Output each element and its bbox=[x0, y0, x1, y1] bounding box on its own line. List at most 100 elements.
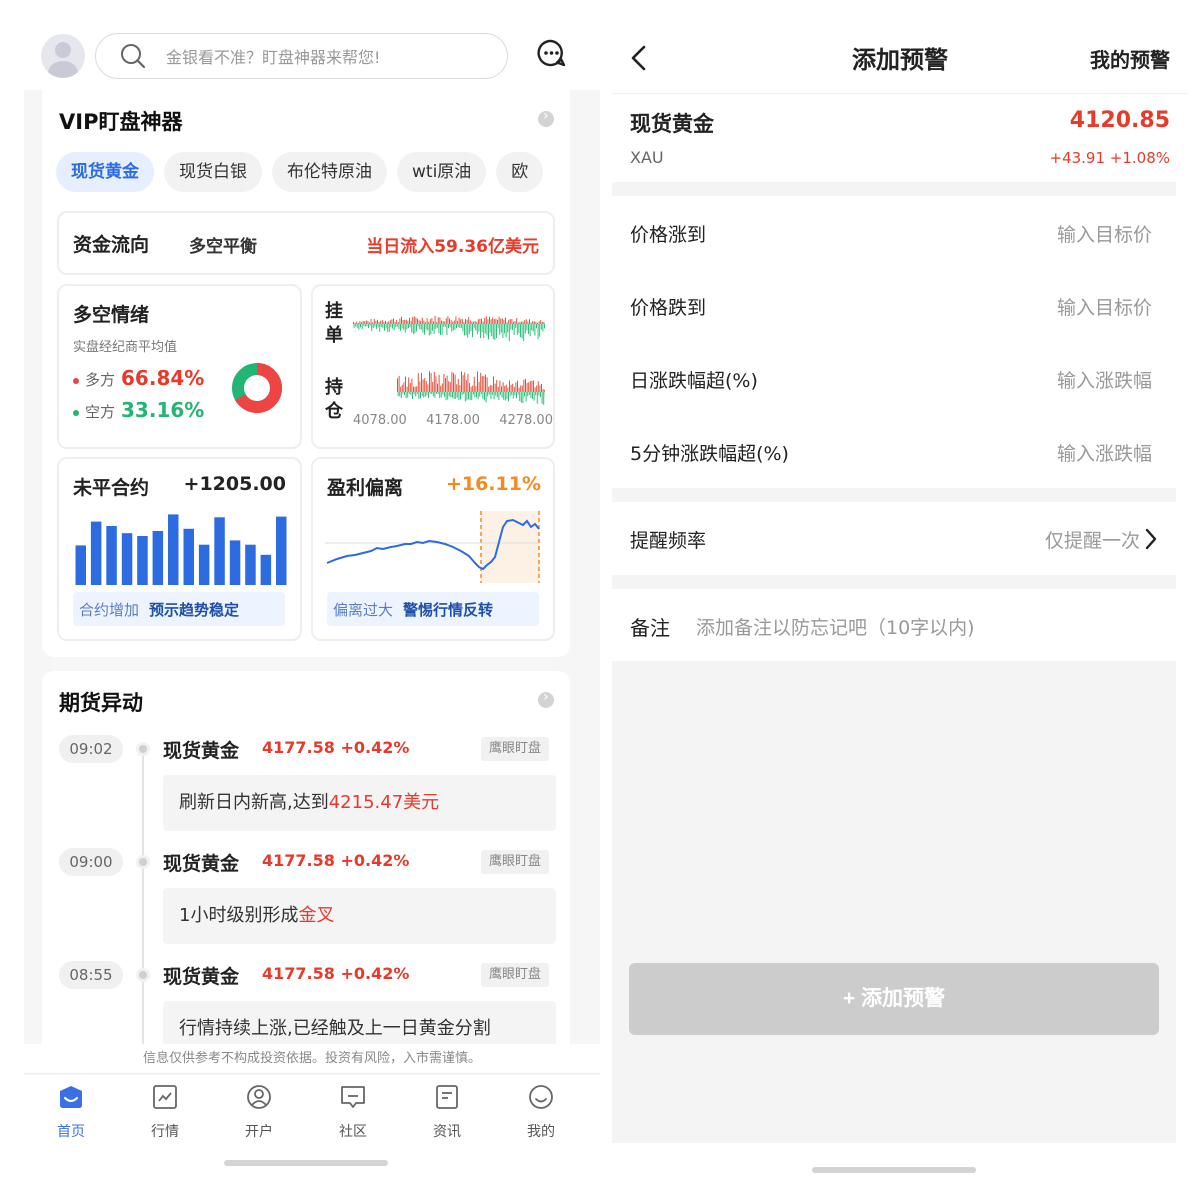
chat-bubble-icon[interactable] bbox=[536, 38, 566, 68]
histogram-bar bbox=[373, 318, 375, 324]
search-icon bbox=[121, 44, 146, 69]
histogram-bar bbox=[441, 320, 442, 324]
histogram-bar bbox=[491, 324, 493, 337]
histogram-bar bbox=[511, 319, 513, 324]
histogram-bar bbox=[426, 318, 428, 324]
nav-home[interactable]: 首页 bbox=[31, 1083, 111, 1141]
reminder-frequency-row[interactable]: 提醒频率 仅提醒一次 bbox=[612, 502, 1176, 575]
orders-positions-box[interactable]: 挂单 持仓 4078.00 4178.00 4278.00 bbox=[311, 284, 555, 449]
histogram-bar bbox=[464, 324, 465, 336]
histogram-bar bbox=[519, 392, 521, 401]
nav-me[interactable]: 我的 bbox=[501, 1083, 581, 1141]
histogram-bar bbox=[419, 381, 421, 392]
histogram-bar bbox=[458, 392, 460, 400]
histogram-bar bbox=[417, 324, 419, 327]
histogram-bar bbox=[501, 318, 503, 324]
histogram-bar bbox=[392, 324, 393, 329]
nav-community[interactable]: 社区 bbox=[313, 1083, 393, 1141]
histogram-bar bbox=[536, 392, 538, 404]
histogram-bar bbox=[500, 318, 502, 324]
sentiment-title: 多空情绪 bbox=[73, 304, 150, 326]
histogram-bar bbox=[383, 322, 385, 324]
histogram-bar bbox=[542, 324, 544, 332]
open-interest-bar bbox=[245, 544, 256, 585]
nav-open-account[interactable]: 开户 bbox=[219, 1083, 299, 1141]
histogram-bar bbox=[456, 392, 458, 398]
event-text: 刷新日内新高,达到 bbox=[179, 792, 329, 813]
capital-flow-box[interactable]: 资金流向 多空平衡 当日流入59.36亿美元 bbox=[57, 211, 555, 275]
sentiment-donut-chart bbox=[232, 363, 282, 413]
histogram-bar bbox=[503, 392, 505, 400]
histogram-bar bbox=[497, 324, 499, 329]
histogram-bar bbox=[361, 322, 362, 324]
event-time: 09:02 bbox=[59, 735, 123, 763]
open-interest-bars bbox=[75, 514, 287, 585]
histogram-bar bbox=[472, 392, 474, 395]
histogram-bar bbox=[474, 392, 476, 398]
profit-deviation-box[interactable]: 盈利偏离 +16.11% 偏离过大 警惕行情反转 bbox=[311, 457, 555, 641]
histogram-bar bbox=[480, 392, 482, 395]
histogram-bar bbox=[363, 324, 365, 326]
field-placeholder[interactable]: 输入目标价 bbox=[1057, 220, 1152, 247]
tab-spot-silver[interactable]: 现货白银 bbox=[164, 152, 262, 192]
price-down-field[interactable]: 价格跌到 输入目标价 bbox=[612, 269, 1176, 342]
daily-change-field[interactable]: 日涨跌幅超(%) 输入涨跌幅 bbox=[612, 342, 1176, 415]
document-icon bbox=[436, 1085, 458, 1109]
histogram-bar bbox=[522, 321, 524, 324]
histogram-bar bbox=[469, 320, 471, 324]
add-alert-button[interactable]: + 添加预警 bbox=[629, 963, 1159, 1035]
instrument-code: XAU bbox=[630, 148, 664, 167]
nav-market[interactable]: 行情 bbox=[125, 1083, 205, 1141]
histogram-bar bbox=[539, 324, 541, 337]
tab-wti-oil[interactable]: wti原油 bbox=[397, 152, 487, 192]
histogram-bar bbox=[516, 392, 517, 399]
my-alerts-link[interactable]: 我的预警 bbox=[1090, 44, 1170, 73]
sentiment-box[interactable]: 多空情绪 实盘经纪商平均值 多方 66.84% 空方 33.16% bbox=[57, 284, 302, 449]
histogram-bar bbox=[463, 322, 465, 324]
histogram-bar bbox=[421, 372, 422, 392]
histogram-bar bbox=[530, 392, 532, 398]
histogram-bar bbox=[479, 318, 481, 324]
histogram-bar bbox=[459, 324, 461, 328]
avatar[interactable] bbox=[41, 34, 85, 78]
user-account-icon bbox=[247, 1085, 271, 1109]
futures-more-icon[interactable] bbox=[538, 689, 554, 708]
tab-spot-gold[interactable]: 现货黄金 bbox=[56, 152, 154, 192]
event-message: 1小时级别形成金叉 bbox=[163, 888, 556, 944]
histogram-bar bbox=[533, 380, 534, 392]
histogram-bar bbox=[540, 392, 541, 398]
histogram-bar bbox=[494, 383, 496, 392]
note-row[interactable]: 备注 添加备注以防忘记吧（10字以内) bbox=[612, 589, 1176, 661]
histogram-bar bbox=[481, 376, 483, 392]
histogram-bar bbox=[436, 322, 438, 324]
note-input[interactable]: 添加备注以防忘记吧（10字以内) bbox=[696, 613, 975, 640]
nav-news[interactable]: 资讯 bbox=[407, 1083, 487, 1141]
histogram-bar bbox=[437, 383, 438, 392]
histogram-bar bbox=[512, 324, 513, 330]
field-placeholder[interactable]: 输入目标价 bbox=[1057, 293, 1152, 320]
histogram-bar bbox=[525, 319, 527, 324]
histogram-bar bbox=[455, 316, 457, 324]
tab-more[interactable]: 欧 bbox=[496, 152, 544, 192]
tab-brent-oil[interactable]: 布伦特原油 bbox=[272, 152, 387, 192]
five-min-change-field[interactable]: 5分钟涨跌幅超(%) 输入涨跌幅 bbox=[612, 415, 1176, 488]
histogram-bar bbox=[502, 382, 504, 392]
histogram-bar bbox=[461, 318, 463, 324]
price-up-field[interactable]: 价格涨到 输入目标价 bbox=[612, 196, 1176, 269]
open-interest-box[interactable]: 未平合约 +1205.00 合约增加 预示趋势稳定 bbox=[57, 457, 302, 641]
histogram-bar bbox=[413, 392, 415, 395]
field-placeholder[interactable]: 输入涨跌幅 bbox=[1057, 366, 1152, 393]
histogram-bar bbox=[492, 317, 494, 324]
vip-title: VIP盯盘神器 bbox=[59, 110, 183, 134]
field-placeholder[interactable]: 输入涨跌幅 bbox=[1057, 439, 1152, 466]
vip-more-icon[interactable] bbox=[538, 108, 554, 127]
histogram-bar bbox=[473, 376, 475, 392]
histogram-bar bbox=[496, 324, 497, 339]
search-bar[interactable]: 金银看不准？盯盘神器来帮您! bbox=[95, 33, 508, 79]
histogram-bar bbox=[379, 324, 381, 332]
histogram-bar bbox=[516, 324, 518, 335]
histogram-bar bbox=[424, 324, 425, 335]
histogram-bar bbox=[464, 372, 466, 392]
deviation-line-chart bbox=[325, 511, 540, 583]
histogram-bar bbox=[492, 392, 493, 395]
